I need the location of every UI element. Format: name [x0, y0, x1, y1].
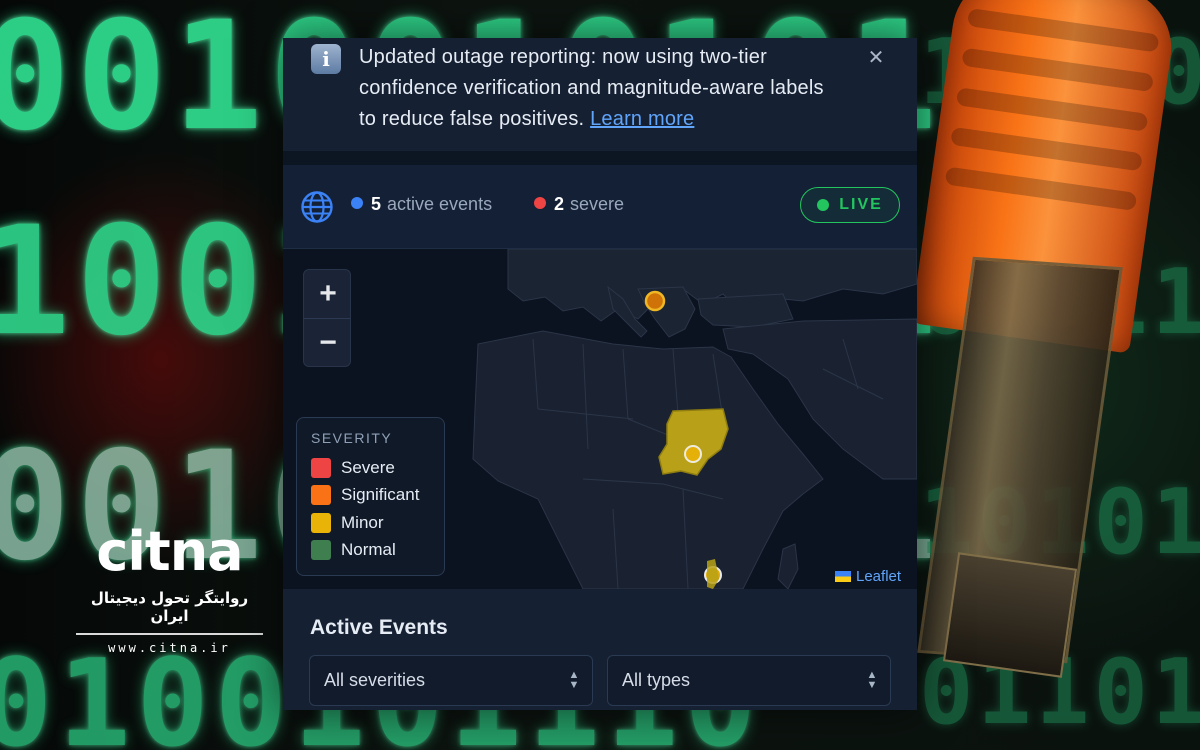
severe-dot: [534, 197, 546, 209]
severity-legend: SEVERITY Severe Significant Minor Normal: [296, 417, 445, 576]
type-filter-select[interactable]: All types ▲ ▼: [607, 655, 891, 706]
legend-swatch: [311, 512, 331, 533]
divider: [283, 151, 917, 165]
event-marker-balkans: [644, 290, 666, 312]
map-land-balkans: [637, 286, 696, 338]
zoom-out-button[interactable]: −: [304, 318, 350, 366]
event-marker-sudan: [684, 445, 702, 463]
legend-title: SEVERITY: [311, 430, 393, 446]
logo-tagline: روایتگر تحول دیجیتال ایران: [90, 589, 249, 625]
ethernet-connector-tip: [942, 552, 1078, 678]
chevron-updown-icon: ▲ ▼: [866, 669, 878, 691]
legend-item-severe: Severe: [311, 454, 430, 482]
outage-map[interactable]: + − SEVERITY Severe Significant Minor No…: [283, 249, 917, 589]
leaflet-attribution-link[interactable]: Leaflet: [835, 568, 901, 585]
severe-events-count: 2 severe: [534, 194, 624, 215]
legend-item-normal: Normal: [311, 537, 430, 565]
legend-swatch: [311, 540, 331, 561]
globe-icon: [301, 191, 333, 223]
severity-filter-select[interactable]: All severities ▲ ▼: [309, 655, 593, 706]
live-badge: LIVE: [800, 187, 900, 223]
zoom-controls: + −: [303, 269, 351, 367]
section-title: Active Events: [310, 616, 448, 639]
map-land-turkey: [697, 293, 794, 328]
logo-wordmark: citna: [96, 520, 243, 583]
status-bar: 5 active events 2 severe LIVE: [283, 165, 917, 249]
zoom-in-button[interactable]: +: [304, 270, 350, 318]
map-land-africa: [472, 330, 824, 589]
ukraine-flag-icon: [835, 571, 851, 582]
announcement-banner: i Updated outage reporting: now using tw…: [283, 38, 917, 151]
citna-logo: citna روایتگر تحول دیجیتال ایران www.cit…: [72, 525, 267, 655]
info-icon: i: [311, 44, 341, 74]
learn-more-link[interactable]: Learn more: [590, 108, 694, 130]
active-events-count: 5 active events: [351, 194, 492, 215]
legend-item-significant: Significant: [311, 482, 430, 510]
banner-message: Updated outage reporting: now using two-…: [359, 42, 839, 135]
app-screen: i Updated outage reporting: now using tw…: [283, 38, 917, 710]
chevron-updown-icon: ▲ ▼: [568, 669, 580, 691]
legend-item-minor: Minor: [311, 509, 430, 537]
live-dot: [817, 199, 830, 211]
logo-url: www.citna.ir: [108, 641, 231, 655]
active-dot: [351, 197, 363, 209]
close-icon[interactable]: ✕: [866, 48, 886, 68]
logo-divider: [76, 633, 263, 635]
legend-swatch: [311, 485, 331, 506]
map-land-madagascar: [777, 543, 799, 589]
active-events-section: Active Events All severities ▲ ▼ All type…: [283, 589, 917, 710]
legend-swatch: [311, 457, 331, 478]
